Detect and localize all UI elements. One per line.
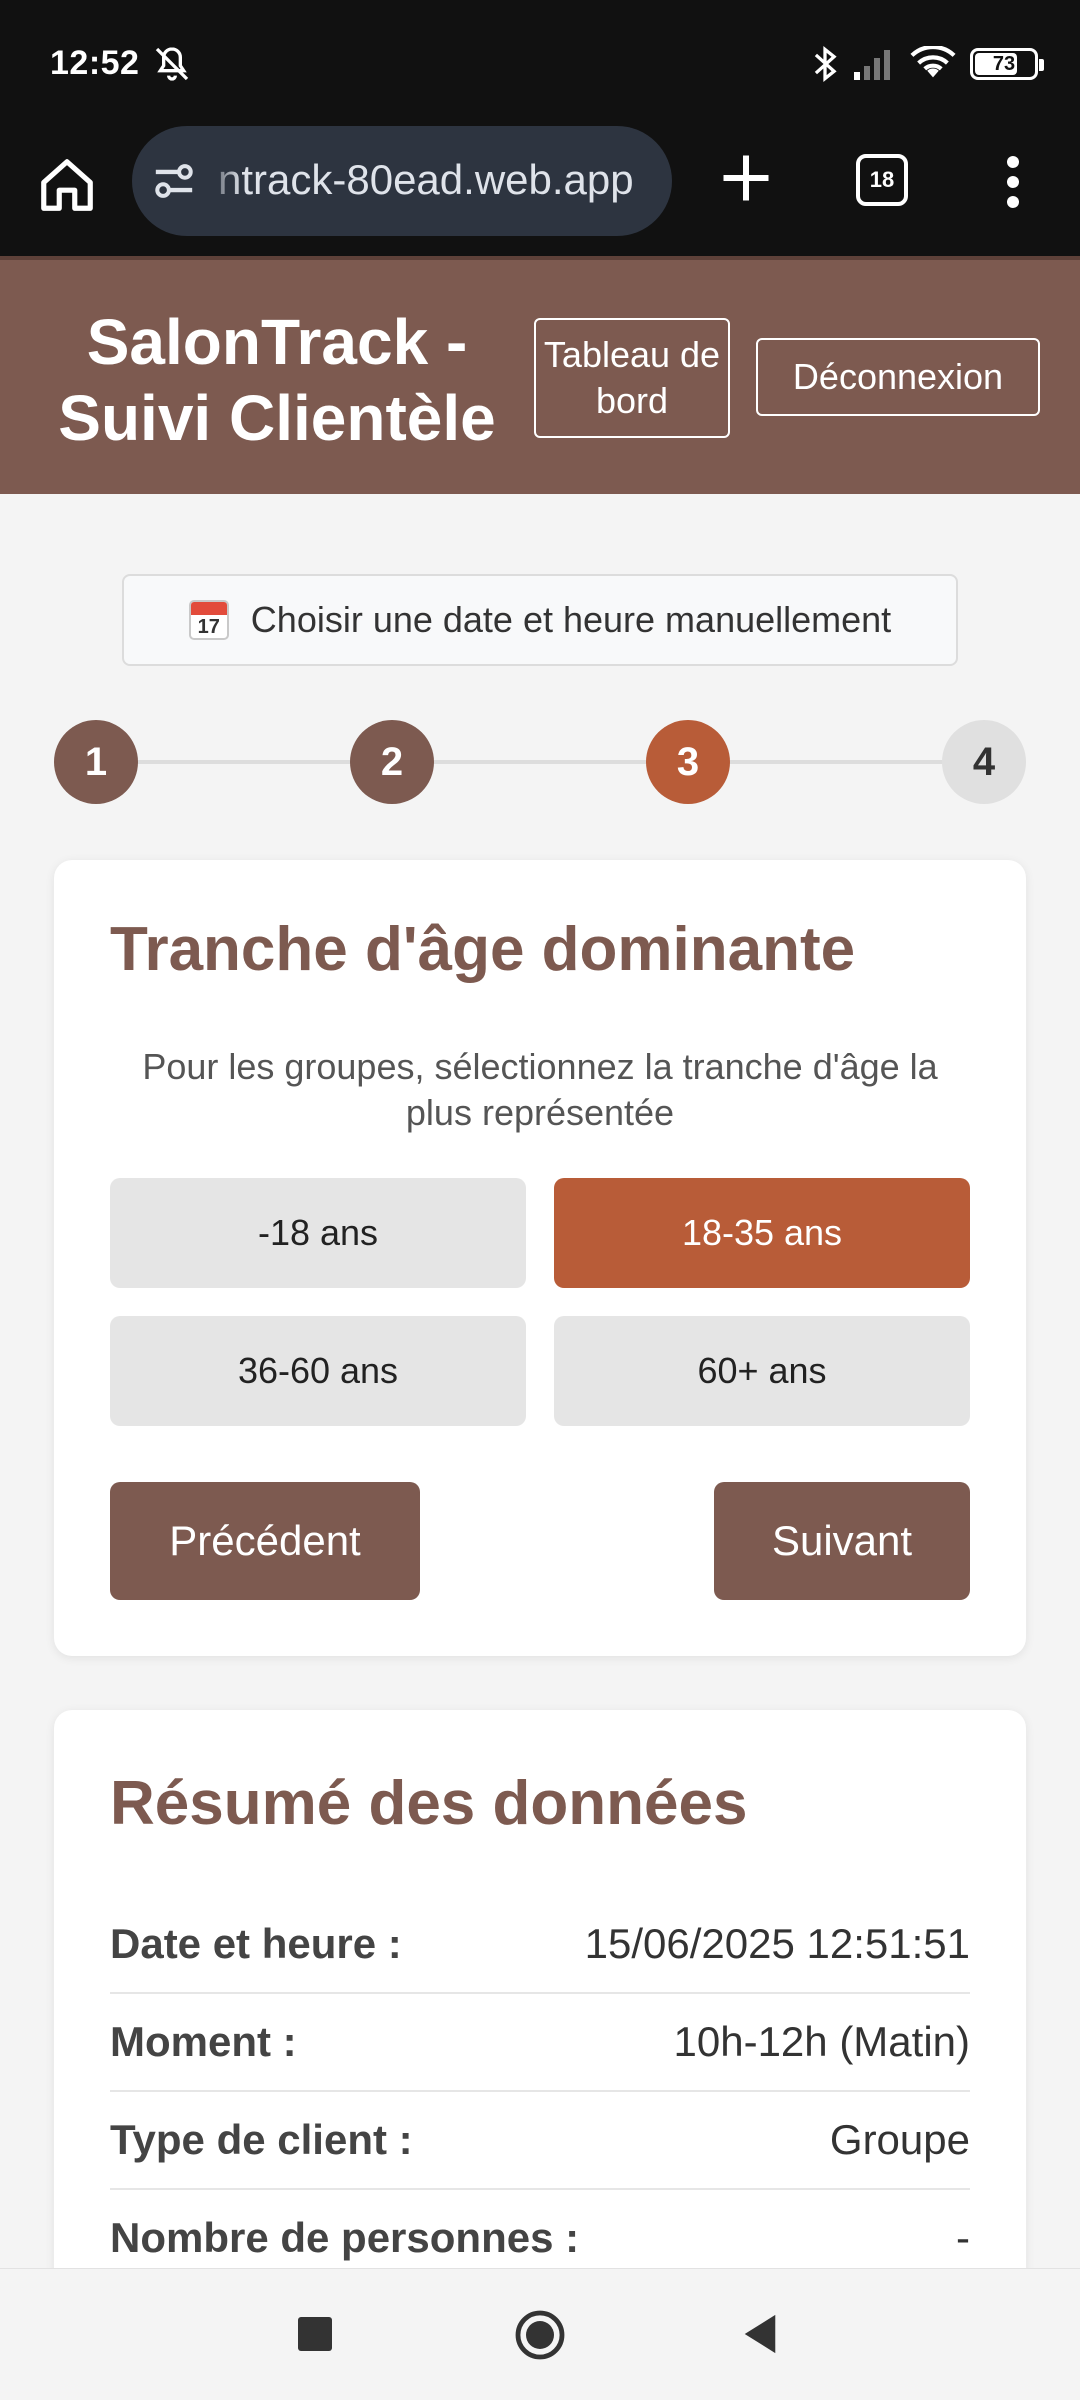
battery-level: 73	[992, 52, 1016, 75]
dashboard-button[interactable]: Tableau de bord	[534, 318, 730, 438]
menu-icon[interactable]	[996, 152, 1030, 212]
progress-steps: 1 2 3 4	[54, 720, 1026, 804]
address-bar[interactable]: ntrack-80ead.web.app	[132, 126, 672, 236]
step-3: 3	[646, 720, 730, 804]
wifi-icon	[910, 46, 956, 78]
age-card-title: Tranche d'âge dominante	[110, 915, 856, 984]
app-header: SalonTrack - Suivi Clientèle Tableau de …	[0, 256, 1080, 494]
summary-row: Moment : 10h-12h (Matin)	[110, 1994, 970, 2092]
summary-row: Date et heure : 15/06/2025 12:51:51	[110, 1896, 970, 1994]
calendar-icon-day: 17	[197, 616, 220, 638]
battery-icon: 73	[970, 48, 1044, 80]
summary-value: Groupe	[829, 2116, 970, 2163]
status-icons: 73	[812, 44, 1044, 84]
browser-toolbar: ntrack-80ead.web.app 18	[0, 126, 1080, 256]
summary-label: Moment :	[110, 2018, 297, 2065]
calendar-icon-header	[190, 602, 227, 615]
url-fade	[202, 126, 242, 236]
summary-title: Résumé des données	[110, 1769, 748, 1838]
app-title: SalonTrack - Suivi Clientèle	[58, 306, 496, 454]
url-text[interactable]: ntrack-80ead.web.app	[218, 156, 634, 204]
status-bar: 12:52 73	[0, 0, 1080, 126]
summary-value: -	[956, 2214, 970, 2261]
summary-value: 15/06/2025 12:51:51	[584, 1920, 970, 1967]
summary-label: Date et heure :	[110, 1920, 402, 1967]
recents-icon[interactable]	[298, 2317, 332, 2351]
status-time: 12:52	[50, 44, 140, 82]
age-card-description: Pour les groupes, sélectionnez la tranch…	[142, 1046, 938, 1133]
step-2: 2	[350, 720, 434, 804]
age-range-card: Tranche d'âge dominante Pour les groupes…	[54, 860, 1026, 1656]
home-circle-icon[interactable]	[514, 2309, 566, 2361]
age-option-under-18[interactable]: -18 ans	[110, 1178, 526, 1288]
manual-date-label: Choisir une date et heure manuellement	[250, 599, 892, 640]
age-option-60-plus[interactable]: 60+ ans	[554, 1316, 970, 1426]
calendar-icon: 17	[188, 600, 229, 640]
tune-icon[interactable]	[152, 161, 196, 201]
logout-button[interactable]: Déconnexion	[756, 338, 1040, 416]
mute-icon	[155, 47, 189, 81]
step-4: 4	[942, 720, 1026, 804]
plus-icon[interactable]	[716, 148, 776, 208]
previous-button[interactable]: Précédent	[110, 1482, 420, 1600]
age-option-18-35[interactable]: 18-35 ans	[554, 1178, 970, 1288]
age-option-36-60[interactable]: 36-60 ans	[110, 1316, 526, 1426]
manual-date-button[interactable]: 17 Choisir une date et heure manuellemen…	[122, 574, 958, 666]
bluetooth-icon	[814, 46, 837, 82]
summary-value: 10h-12h (Matin)	[673, 2018, 970, 2065]
step-1: 1	[54, 720, 138, 804]
back-icon[interactable]	[740, 2313, 780, 2355]
summary-label: Nombre de personnes :	[110, 2214, 580, 2261]
home-icon[interactable]	[36, 154, 98, 216]
summary-row: Type de client : Groupe	[110, 2092, 970, 2190]
signal-icon	[854, 50, 890, 80]
summary-label: Type de client :	[110, 2116, 413, 2163]
next-button[interactable]: Suivant	[714, 1482, 970, 1600]
steps-connector	[94, 760, 986, 764]
system-nav-bar	[0, 2268, 1080, 2400]
tabs-icon[interactable]: 18	[856, 154, 908, 206]
